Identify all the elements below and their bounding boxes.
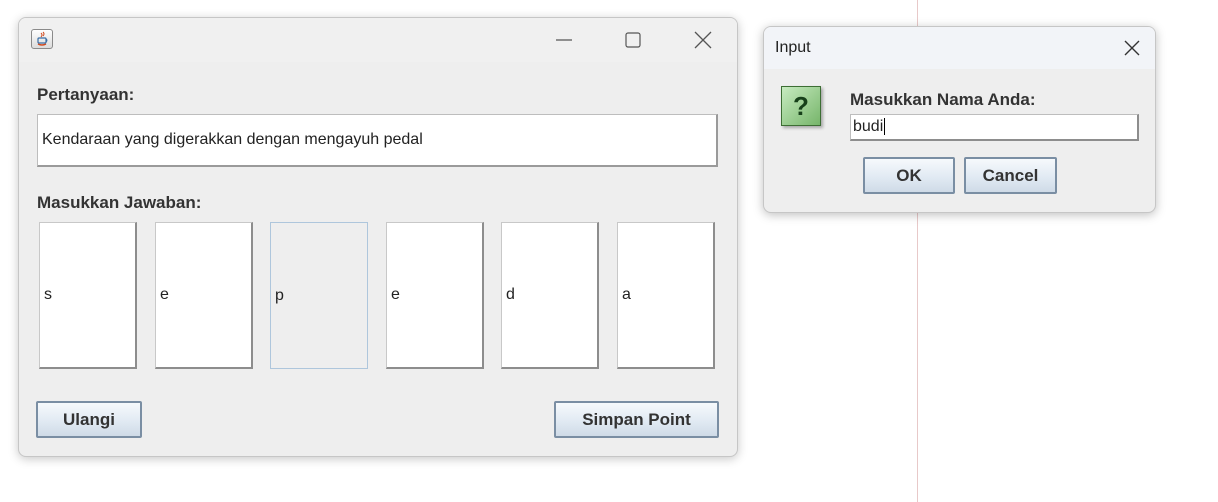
input-dialog: Input ? Masukkan Nama Anda: budi OK Canc… <box>763 26 1156 213</box>
save-point-button[interactable]: Simpan Point <box>554 401 719 438</box>
reset-button[interactable]: Ulangi <box>36 401 142 438</box>
maximize-icon[interactable] <box>615 26 651 54</box>
dialog-title: Input <box>775 39 811 56</box>
ok-button[interactable]: OK <box>863 157 955 194</box>
name-prompt-label: Masukkan Nama Anda: <box>850 90 1036 109</box>
cancel-button[interactable]: Cancel <box>964 157 1057 194</box>
minimize-icon[interactable] <box>546 26 582 54</box>
dialog-title-bar: Input <box>764 27 1155 69</box>
letter-box-3[interactable]: p <box>270 222 368 369</box>
quiz-window: Pertanyaan: Kendaraan yang digerakkan de… <box>18 17 738 457</box>
dialog-close-icon[interactable] <box>1114 34 1150 62</box>
name-input-value: budi <box>853 118 884 135</box>
letter-box-1[interactable]: s <box>39 222 137 369</box>
letter-box-6[interactable]: a <box>617 222 715 369</box>
letter-box-5[interactable]: d <box>501 222 599 369</box>
answer-label: Masukkan Jawaban: <box>37 193 202 212</box>
java-app-icon <box>31 29 53 49</box>
name-input[interactable]: budi <box>850 114 1139 141</box>
question-label: Pertanyaan: <box>37 85 135 104</box>
letter-box-2[interactable]: e <box>155 222 253 369</box>
title-bar <box>19 18 737 62</box>
letter-box-4[interactable]: e <box>386 222 484 369</box>
close-icon[interactable] <box>685 26 721 54</box>
question-field[interactable]: Kendaraan yang digerakkan dengan mengayu… <box>37 114 718 167</box>
text-caret <box>884 118 886 136</box>
question-icon: ? <box>781 86 821 126</box>
